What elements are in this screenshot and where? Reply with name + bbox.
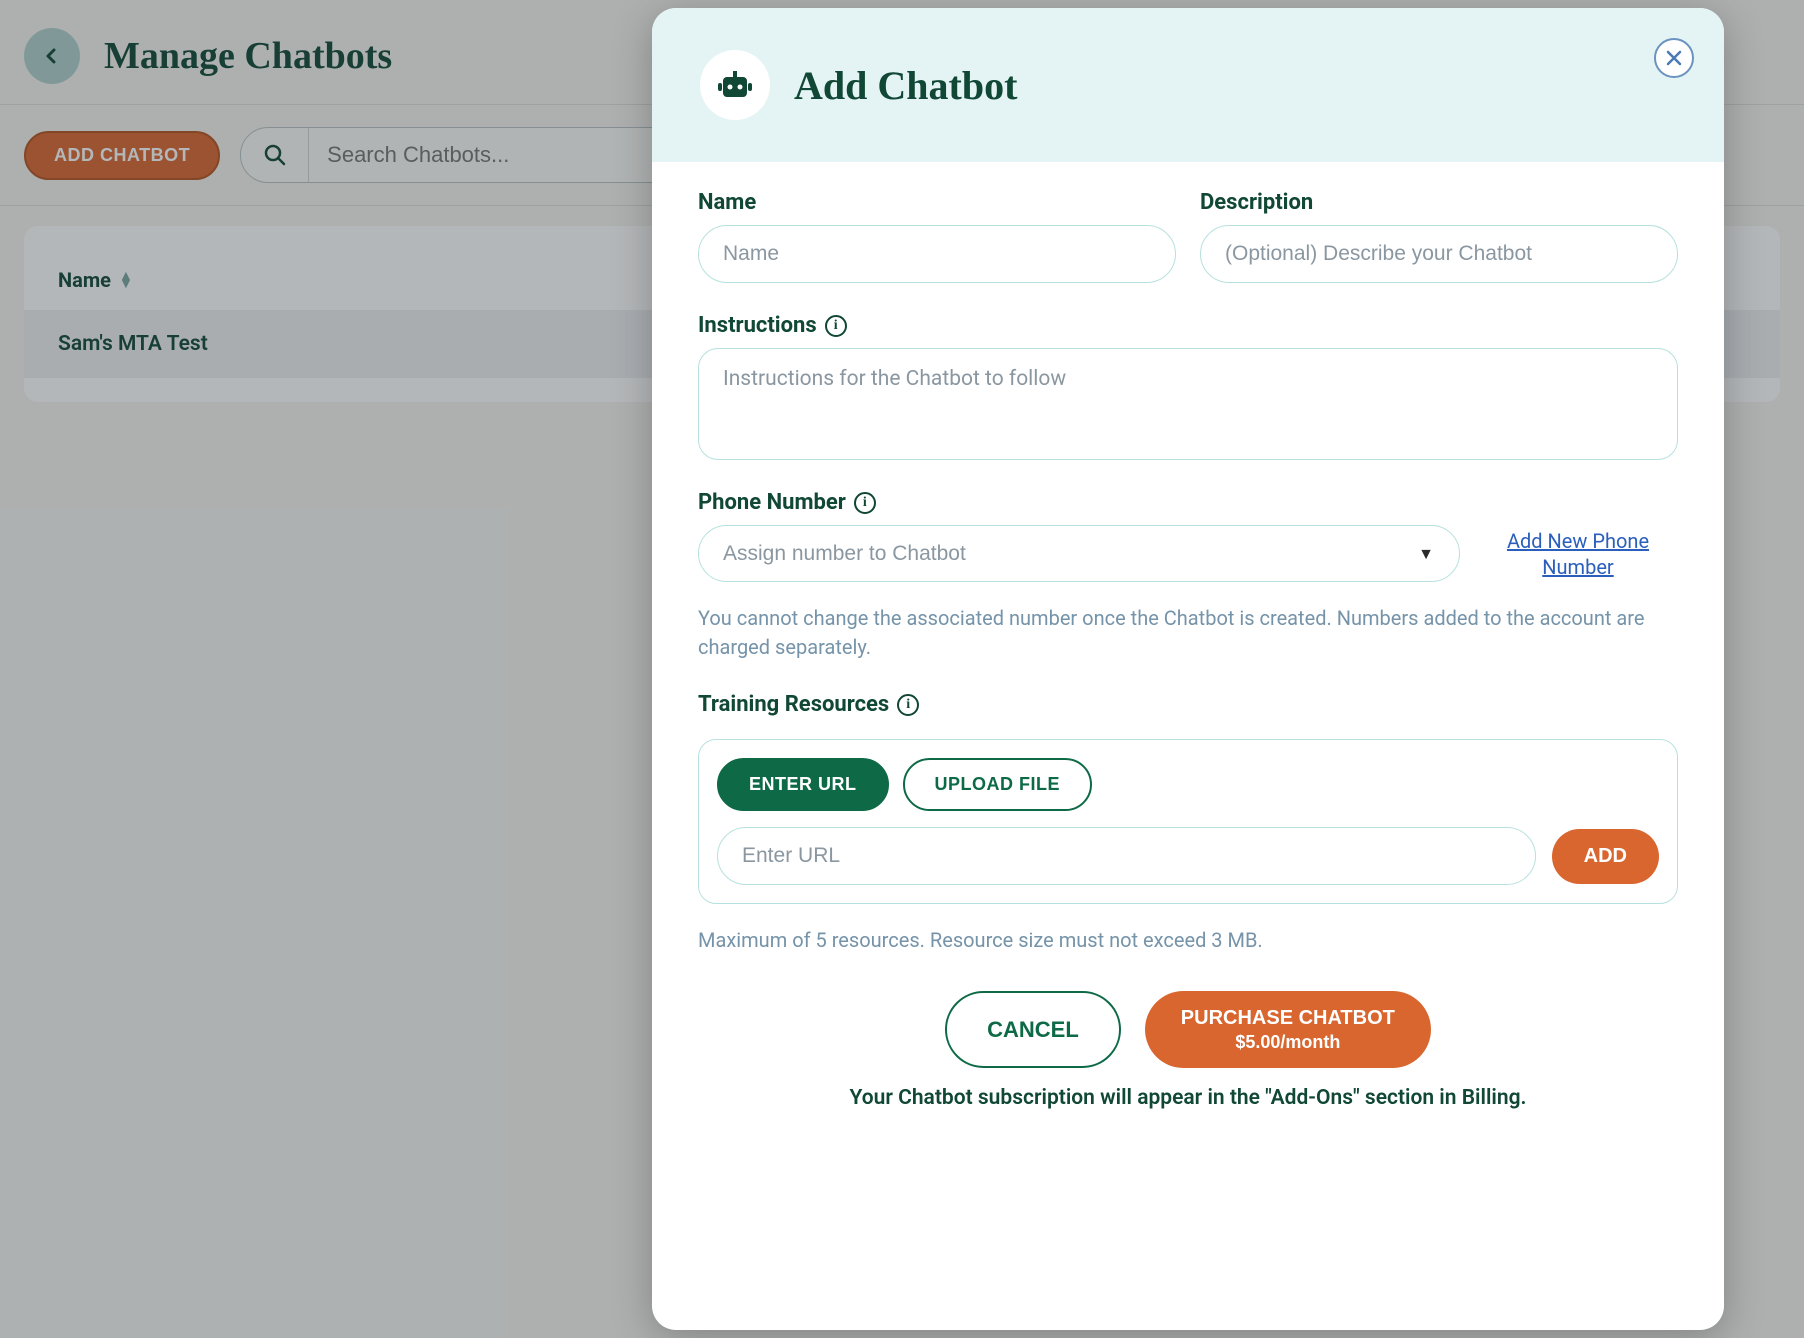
training-help-text: Maximum of 5 resources. Resource size mu… [698,926,1678,955]
cancel-button[interactable]: CANCEL [945,991,1121,1068]
billing-note: Your Chatbot subscription will appear in… [698,1086,1678,1110]
close-button[interactable] [1654,38,1694,78]
training-url-input[interactable] [717,827,1536,885]
training-label-text: Training Resources [698,692,889,717]
purchase-label: PURCHASE CHATBOT [1181,1005,1395,1031]
purchase-price: $5.00/month [1235,1031,1340,1054]
instructions-input[interactable] [698,348,1678,460]
instructions-label-text: Instructions [698,313,817,338]
tab-upload-file[interactable]: UPLOAD FILE [903,758,1093,811]
modal-actions: CANCEL PURCHASE CHATBOT $5.00/month [698,991,1678,1068]
info-icon[interactable]: i [825,315,847,337]
phone-label: Phone Number i [698,490,1678,515]
phone-select[interactable]: Assign number to Chatbot [698,525,1460,582]
robot-badge [700,50,770,120]
training-box: ENTER URL UPLOAD FILE ADD [698,739,1678,904]
modal-title: Add Chatbot [794,62,1017,109]
name-input[interactable] [698,225,1176,283]
phone-label-text: Phone Number [698,490,846,515]
modal-header: Add Chatbot [652,8,1724,162]
add-url-button[interactable]: ADD [1552,829,1659,884]
description-input[interactable] [1200,225,1678,283]
add-chatbot-modal: Add Chatbot Name Description Instruction… [652,8,1724,1330]
description-label: Description [1200,190,1678,215]
instructions-label: Instructions i [698,313,1678,338]
modal-body: Name Description Instructions i Phone Nu… [652,162,1724,1330]
tab-enter-url[interactable]: ENTER URL [717,758,889,811]
info-icon[interactable]: i [854,492,876,514]
phone-help-text: You cannot change the associated number … [698,604,1678,662]
info-icon[interactable]: i [897,694,919,716]
training-label: Training Resources i [698,692,1678,717]
add-phone-link[interactable]: Add New Phone Number [1478,528,1678,580]
robot-icon [715,65,755,105]
name-label: Name [698,190,1176,215]
close-icon [1665,49,1683,67]
purchase-button[interactable]: PURCHASE CHATBOT $5.00/month [1145,991,1431,1068]
